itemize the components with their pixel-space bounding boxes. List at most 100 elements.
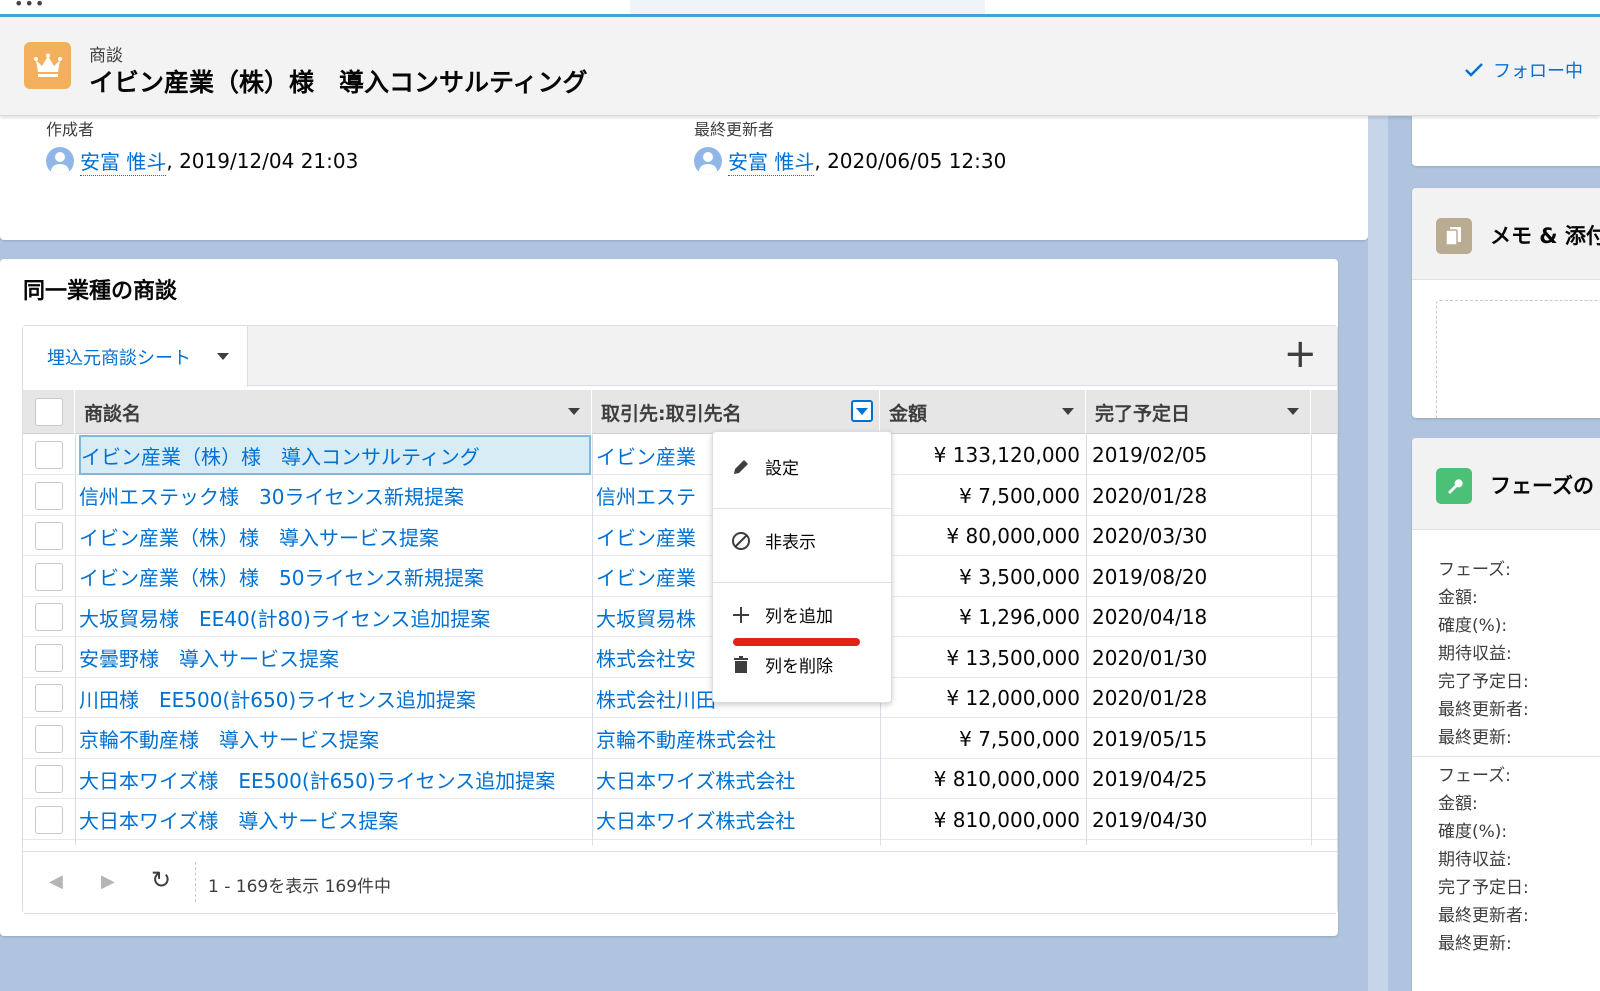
phase-field-label: 期待収益:: [1438, 850, 1512, 870]
column-menu-button[interactable]: [1282, 400, 1304, 422]
column-divider: [1311, 435, 1312, 845]
user-avatar-icon: [694, 147, 722, 175]
opportunity-name-cell[interactable]: 大日本ワイズ様 EE500(計650)ライセンス追加提案: [79, 759, 591, 799]
menu-item-hide[interactable]: 非表示: [713, 528, 893, 553]
table-row[interactable]: イビン産業（株）様 導入サービス提案 イビン産業 ¥ 80,000,000 2020/…: [23, 516, 1337, 556]
prev-page-icon[interactable]: ◀: [49, 871, 63, 892]
opportunity-name-cell[interactable]: イビン産業（株）様 導入コンサルティング: [79, 435, 591, 475]
phase-field-label: 最終更新者:: [1438, 906, 1529, 926]
table-row[interactable]: 京輪不動産様 導入サービス提案 京輪不動産株式会社 ¥ 7,500,000 2019/…: [23, 719, 1337, 759]
sheet-tab-label: 埋込元商談シート: [47, 347, 191, 369]
global-top-bar: •••: [0, 0, 1600, 17]
table-row[interactable]: イビン産業（株）様 50ライセンス新規提案 イビン産業 ¥ 3,500,000 201…: [23, 557, 1337, 597]
add-sheet-plus-icon[interactable]: +: [1283, 334, 1317, 374]
row-checkbox[interactable]: [35, 603, 63, 631]
opportunity-crown-icon: [24, 42, 71, 89]
row-checkbox[interactable]: [35, 643, 63, 672]
row-checkbox[interactable]: [35, 724, 63, 753]
close-date-cell: 2020/01/28: [1092, 483, 1208, 508]
section-title: 同一業種の商談: [23, 279, 178, 304]
pencil-icon: [734, 459, 748, 474]
hide-icon: [732, 531, 750, 550]
column-menu-button[interactable]: [1057, 400, 1079, 422]
chevron-down-icon: [1287, 407, 1299, 415]
menu-item-settings[interactable]: 設定: [713, 454, 893, 479]
sheet-tab[interactable]: 埋込元商談シート: [23, 326, 248, 387]
created-by-label: 作成者: [46, 120, 95, 139]
amount-cell: ¥ 80,000,000: [946, 524, 1080, 548]
row-checkbox[interactable]: [35, 805, 63, 834]
divider: [713, 582, 893, 583]
column-menu-button[interactable]: [563, 400, 585, 422]
app-launcher-icon[interactable]: •••: [14, 0, 45, 13]
select-all-checkbox[interactable]: [35, 398, 63, 426]
grid-header-row: 商談名 取引先:取引先名 金額 完了予定日: [23, 390, 1337, 434]
phase-field-label: 最終更新者:: [1438, 700, 1529, 720]
table-row[interactable]: 信州エステック様 30ライセンス新規提案 信州エステ ¥ 7,500,000 2020…: [23, 476, 1337, 516]
row-checkbox[interactable]: [35, 441, 63, 469]
chevron-down-icon: [568, 407, 580, 415]
column-header-amount[interactable]: 金額: [880, 390, 1086, 434]
opportunity-name-cell[interactable]: 川田様 EE500(計650)ライセンス追加提案: [79, 678, 591, 718]
table-row[interactable]: 大日本ワイズ様 導入サービス提案 大日本ワイズ株式会社 ¥ 810,000,000 2…: [23, 800, 1337, 840]
close-date-cell: 2019/04/30: [1092, 807, 1208, 832]
column-header-account[interactable]: 取引先:取引先名: [592, 390, 880, 434]
modified-by-user-link[interactable]: 安富 惟斗: [728, 146, 815, 176]
row-checkbox[interactable]: [35, 684, 63, 712]
menu-item-delete-column[interactable]: 列を削除: [713, 652, 893, 677]
phase-record-1: フェーズ: 金額: 確度(%): 期待収益: 完了予定日: 最終更新者: 最終更新:: [1438, 556, 1529, 752]
row-select-cell: [23, 719, 75, 759]
opportunity-name-cell[interactable]: 大日本ワイズ様 導入サービス提案: [79, 800, 591, 840]
account-name-cell[interactable]: 京輪不動産株式会社: [596, 719, 880, 759]
table-row[interactable]: 安曇野様 導入サービス提案 株式会社安 ¥ 13,500,000 2020/01/30: [23, 638, 1337, 678]
created-by-field: 作成者 安富 惟斗 , 2019/12/04 21:03: [46, 116, 358, 176]
amount-cell: ¥ 7,500,000: [959, 483, 1080, 508]
row-checkbox[interactable]: [35, 765, 63, 793]
close-date-cell: 2020/03/30: [1092, 524, 1208, 548]
phase-field-label: 最終更新:: [1438, 728, 1512, 748]
column-header-name[interactable]: 商談名: [75, 390, 592, 434]
row-checkbox[interactable]: [35, 481, 63, 510]
opportunity-name-cell[interactable]: 安曇野様 導入サービス提案: [79, 638, 591, 678]
chevron-down-icon[interactable]: [217, 353, 229, 360]
row-checkbox[interactable]: [35, 522, 63, 550]
phase-field-label: 完了予定日:: [1438, 878, 1529, 898]
row-select-cell: [23, 759, 75, 799]
refresh-icon[interactable]: ↻: [151, 866, 171, 894]
opportunity-name-cell[interactable]: イビン産業（株）様 導入サービス提案: [79, 516, 591, 556]
annotation-underline: [733, 638, 860, 646]
column-menu-button[interactable]: [851, 400, 873, 422]
notes-icon: [1436, 218, 1472, 254]
row-checkbox[interactable]: [35, 562, 63, 591]
phase-field-label: 金額:: [1438, 794, 1478, 814]
card-title: メモ & 添付: [1490, 224, 1600, 248]
next-page-icon[interactable]: ▶: [101, 871, 115, 892]
opportunity-name-cell[interactable]: 京輪不動産様 導入サービス提案: [79, 719, 591, 759]
record-count: 1 - 169を表示 169件中: [208, 877, 392, 897]
modified-by-field: 最終更新者 安富 惟斗 , 2020/06/05 12:30: [694, 116, 1006, 176]
column-header-close-date[interactable]: 完了予定日: [1086, 390, 1311, 434]
follow-button[interactable]: フォロー中: [1465, 57, 1583, 83]
column-divider: [1086, 435, 1087, 845]
amount-cell: ¥ 810,000,000: [933, 807, 1080, 832]
created-by-date: , 2019/12/04 21:03: [166, 149, 359, 173]
table-row[interactable]: 川田様 EE500(計650)ライセンス追加提案 株式会社川田 ¥ 12,000,0…: [23, 678, 1337, 718]
account-name-cell[interactable]: 大日本ワイズ株式会社: [596, 759, 880, 799]
created-by-user-link[interactable]: 安富 惟斗: [80, 146, 167, 176]
table-row[interactable]: イビン産業（株）様 導入コンサルティング イビン産業 ¥ 133,120,000 20…: [23, 435, 1337, 475]
grid-footer: ◀ ▶ ↻ 1 - 169を表示 169件中: [23, 851, 1337, 913]
menu-item-add-column[interactable]: 列を追加: [713, 602, 893, 627]
divider: [1412, 756, 1600, 757]
opportunity-name-cell[interactable]: 信州エステック様 30ライセンス新規提案: [79, 476, 591, 516]
table-row[interactable]: 大坂貿易様 EE40(計80)ライセンス追加提案 大坂貿易株 ¥ 1,296,000…: [23, 597, 1337, 637]
account-name-cell[interactable]: 大日本ワイズ株式会社: [596, 800, 880, 840]
amount-cell: ¥ 13,500,000: [946, 645, 1080, 670]
table-row[interactable]: 大日本ワイズ様 EE500(計650)ライセンス追加提案 大日本ワイズ株式会社 ¥ …: [23, 759, 1337, 799]
phase-record-2: フェーズ: 金額: 確度(%): 期待収益: 完了予定日: 最終更新者: 最終更新:: [1438, 762, 1529, 958]
close-date-cell: 2019/04/25: [1092, 767, 1208, 791]
opportunity-name-cell[interactable]: 大坂貿易様 EE40(計80)ライセンス追加提案: [79, 597, 591, 637]
menu-item-label: 設定: [765, 459, 799, 479]
opportunity-name-cell[interactable]: イビン産業（株）様 50ライセンス新規提案: [79, 557, 591, 597]
file-drop-zone[interactable]: [1436, 300, 1600, 418]
sheet-tab-bar: 埋込元商談シート +: [23, 326, 1337, 387]
